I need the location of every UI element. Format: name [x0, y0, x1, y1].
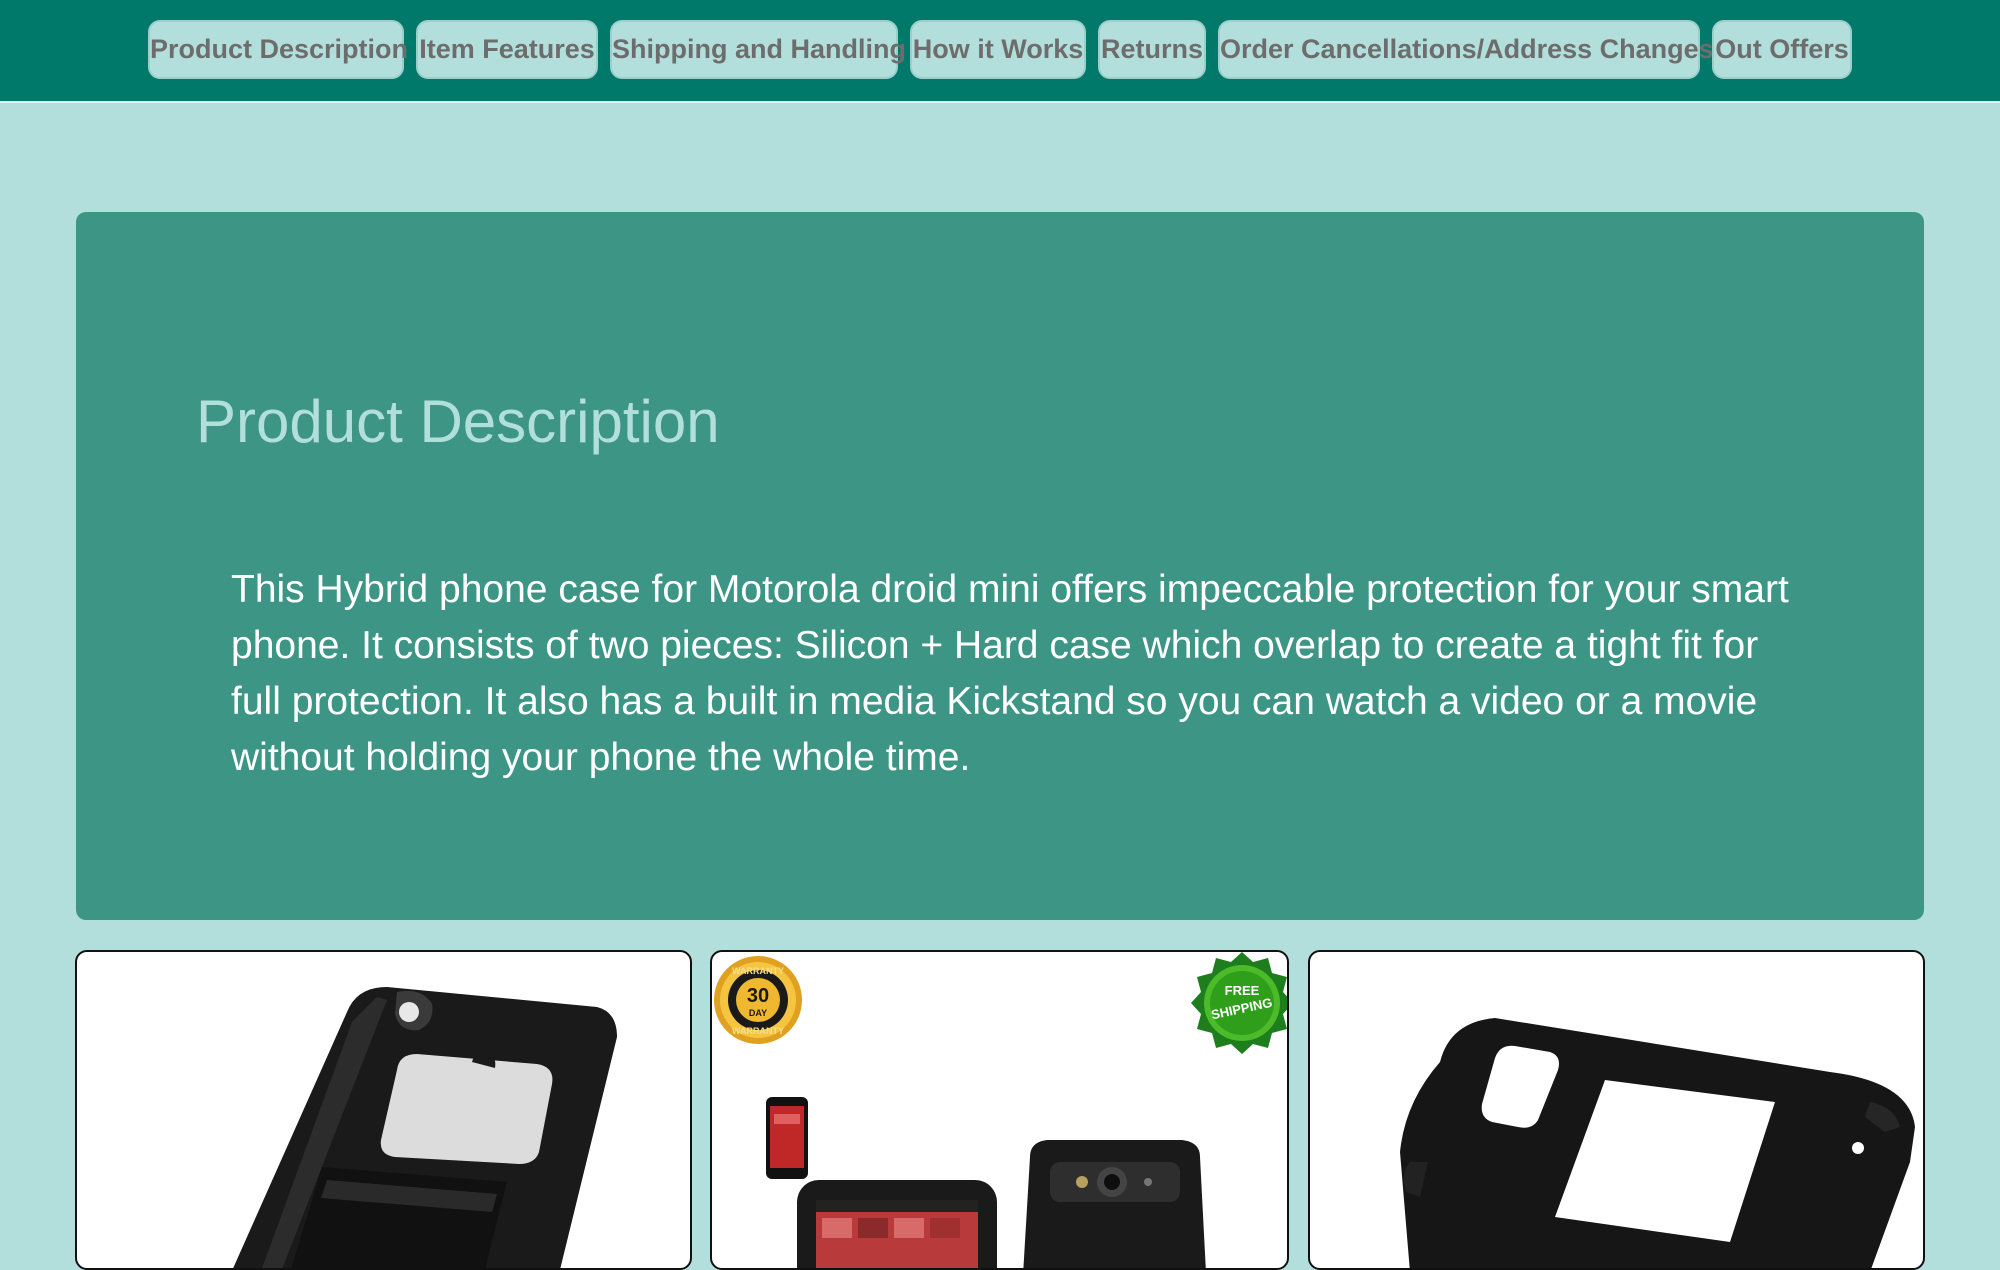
nav-how-it-works-button[interactable]: How it Works: [910, 20, 1086, 79]
product-image-card-1[interactable]: [75, 950, 692, 1270]
nav-returns-button[interactable]: Returns: [1098, 20, 1206, 79]
warranty-badge-icon: 30 DAY WARRANTY WARRANTY: [714, 956, 802, 1044]
nav-item-features-button[interactable]: Item Features: [416, 20, 598, 79]
product-image-card-3[interactable]: [1308, 950, 1925, 1270]
phone-case-collage-image: 30 DAY WARRANTY WARRANTY FREE SHIPPING: [714, 952, 1287, 1268]
product-description-text: This Hybrid phone case for Motorola droi…: [231, 568, 1789, 779]
svg-text:DAY: DAY: [749, 1008, 767, 1018]
silicone-skin-image: [1400, 1018, 1915, 1268]
svg-text:FREE: FREE: [1225, 983, 1260, 998]
phone-case-kickstand-image: [233, 987, 617, 1268]
nav-out-offers-button[interactable]: Out Offers: [1712, 20, 1852, 79]
free-shipping-badge-icon: FREE SHIPPING: [1191, 952, 1287, 1054]
nav-shipping-and-handling-button[interactable]: Shipping and Handling: [610, 20, 906, 79]
svg-text:WARRANTY: WARRANTY: [732, 1026, 784, 1036]
svg-text:30: 30: [747, 985, 769, 1007]
top-nav-bar: Product Description Item Features Shippi…: [0, 0, 2000, 103]
product-description-panel: Product Description This Hybrid phone ca…: [76, 212, 1924, 920]
nav-order-cancellations-button[interactable]: Order Cancellations/Address Changes: [1218, 20, 1714, 79]
nav-product-description-button[interactable]: Product Description: [148, 20, 408, 79]
svg-text:WARRANTY: WARRANTY: [732, 966, 784, 976]
product-description-title: Product Description: [196, 388, 720, 455]
product-image-card-2[interactable]: 30 DAY WARRANTY WARRANTY FREE SHIPPING: [710, 950, 1289, 1270]
